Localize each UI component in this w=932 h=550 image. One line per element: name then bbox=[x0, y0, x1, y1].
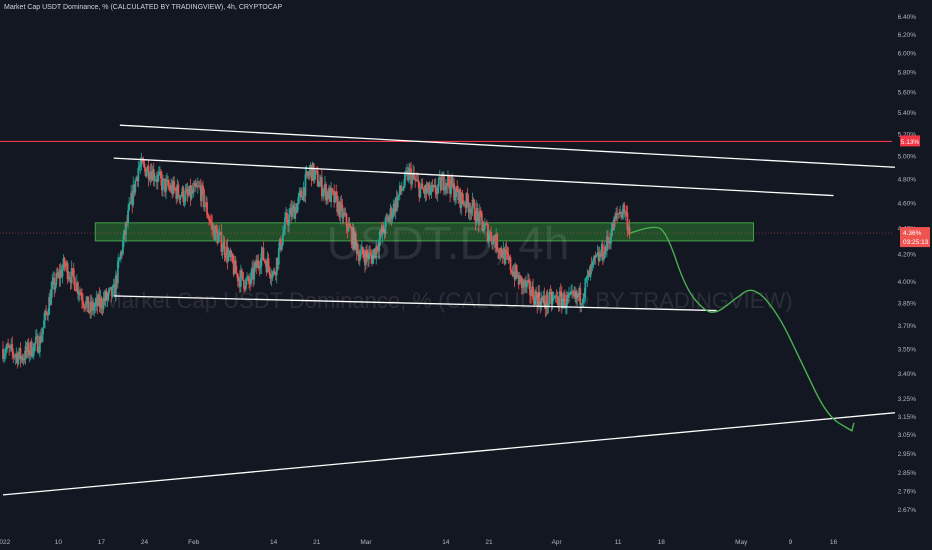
price-tick-label: 2.76% bbox=[898, 488, 917, 495]
candle-body bbox=[282, 234, 284, 245]
price-tick-label: 3.15% bbox=[898, 414, 917, 421]
candle-body bbox=[87, 296, 89, 313]
price-tick-label: 5.80% bbox=[898, 70, 917, 77]
trendline bbox=[2, 412, 896, 496]
countdown-badge: 03:25:13 bbox=[903, 239, 929, 246]
candle-body bbox=[262, 247, 265, 261]
price-tick-label: 6.40% bbox=[898, 14, 917, 21]
projection-arrowhead bbox=[844, 422, 855, 432]
time-tick-label: May bbox=[735, 539, 748, 546]
price-tick-label: 2.85% bbox=[898, 470, 917, 477]
chart-title: Market Cap USDT Dominance, % (CALCULATED… bbox=[4, 4, 283, 11]
price-tick-label: 3.05% bbox=[898, 432, 917, 439]
time-tick-label: 10 bbox=[55, 539, 63, 546]
candle-body bbox=[628, 226, 631, 236]
price-tick-label: 2.95% bbox=[898, 451, 917, 458]
resistance-badge: 5.13% bbox=[901, 139, 920, 146]
price-tick-label: 6.00% bbox=[898, 51, 917, 58]
candle-body bbox=[221, 248, 224, 252]
time-tick-label: 21 bbox=[485, 539, 493, 546]
price-tick-label: 3.55% bbox=[898, 346, 917, 353]
time-tick-label: 14 bbox=[442, 539, 450, 546]
candle-body bbox=[419, 187, 422, 198]
price-tick-label: 2.67% bbox=[898, 507, 917, 514]
candle-body bbox=[177, 184, 180, 196]
time-tick-label: 11 bbox=[615, 539, 622, 546]
time-tick-label: 16 bbox=[830, 539, 838, 546]
candle-body bbox=[610, 235, 612, 244]
time-tick-label: 2022 bbox=[0, 539, 11, 546]
price-tick-label: 3.70% bbox=[898, 323, 917, 330]
candle-body bbox=[192, 186, 195, 193]
price-tick-label: 4.60% bbox=[898, 200, 917, 207]
candle-body bbox=[300, 190, 303, 197]
candle-body bbox=[519, 275, 522, 278]
candle-body bbox=[72, 268, 75, 278]
candle-body bbox=[134, 180, 137, 193]
time-tick-label: Feb bbox=[188, 539, 200, 546]
candle-body bbox=[284, 217, 286, 230]
candle-body bbox=[240, 270, 243, 273]
time-tick-label: Apr bbox=[552, 539, 563, 546]
watermark-symbol: USDT.D, 4h bbox=[327, 217, 570, 269]
time-tick-label: 24 bbox=[141, 539, 149, 546]
time-tick-label: 9 bbox=[789, 539, 793, 546]
price-tick-label: 3.85% bbox=[898, 301, 917, 308]
candle-body bbox=[203, 189, 205, 208]
price-badge: 4.36% bbox=[903, 230, 922, 237]
trendline bbox=[113, 157, 834, 197]
candle-body bbox=[288, 214, 290, 226]
time-tick-label: 18 bbox=[658, 539, 666, 546]
candle-body bbox=[440, 179, 443, 191]
price-tick-label: 4.20% bbox=[898, 252, 917, 259]
price-axis[interactable]: 6.40%6.20%6.00%5.80%5.60%5.40%5.20%5.00%… bbox=[898, 14, 917, 514]
candle-body bbox=[277, 248, 280, 265]
time-tick-label: 14 bbox=[270, 539, 278, 546]
candle-body bbox=[143, 163, 146, 168]
candle-body bbox=[267, 258, 270, 268]
projection-path bbox=[630, 226, 853, 432]
price-tick-label: 6.20% bbox=[898, 32, 917, 39]
price-tick-label: 5.60% bbox=[898, 90, 917, 97]
axis-badges: 5.13% 4.36% 03:25:13 bbox=[900, 135, 930, 248]
candle-body bbox=[184, 190, 187, 202]
candle-body bbox=[145, 171, 148, 177]
price-tick-label: 4.00% bbox=[898, 279, 917, 286]
candle-body bbox=[42, 327, 44, 335]
price-tick-label: 4.80% bbox=[898, 176, 917, 183]
price-chart[interactable]: USDT.D, 4h Market Cap USDT Dominance, % … bbox=[0, 0, 932, 550]
price-tick-label: 5.00% bbox=[898, 153, 917, 160]
candle-body bbox=[242, 272, 244, 281]
time-tick-label: 17 bbox=[98, 539, 106, 546]
price-tick-label: 3.25% bbox=[898, 396, 917, 403]
time-axis[interactable]: 2022 10 17 24 Feb 14 21 Mar 14 21 Apr 11 18 May 9 16 bbox=[0, 539, 837, 546]
candle-body bbox=[73, 277, 76, 291]
time-tick-label: 21 bbox=[313, 539, 321, 546]
candle-body bbox=[127, 210, 129, 223]
price-tick-label: 5.40% bbox=[898, 110, 917, 117]
price-tick-label: 3.40% bbox=[898, 371, 917, 378]
time-tick-label: Mar bbox=[360, 539, 372, 546]
trendline bbox=[119, 124, 896, 168]
